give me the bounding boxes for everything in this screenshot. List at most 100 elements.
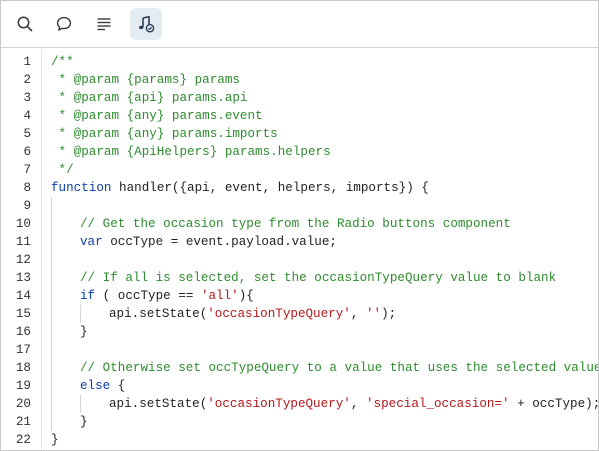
code-token-comment: * @param {any} params.event bbox=[51, 109, 263, 123]
line-number: 5 bbox=[23, 127, 31, 141]
code-line[interactable]: api.setState('occasionTypeQuery', ''); bbox=[109, 305, 396, 323]
code-token-plain: + occType); bbox=[509, 397, 598, 411]
line-number: 3 bbox=[23, 91, 31, 105]
search-button[interactable] bbox=[9, 8, 41, 40]
code-token-string: 'occasionTypeQuery' bbox=[207, 397, 351, 411]
code-line[interactable]: */ bbox=[51, 161, 74, 179]
search-icon bbox=[16, 15, 34, 33]
line-number: 8 bbox=[23, 181, 31, 195]
code-token-plain: } bbox=[80, 415, 88, 429]
code-token-comment: // If all is selected, set the occasionT… bbox=[80, 271, 557, 285]
code-line[interactable]: // Get the occasion type from the Radio … bbox=[80, 215, 511, 233]
format-button[interactable] bbox=[88, 8, 120, 40]
comments-button[interactable] bbox=[48, 8, 80, 40]
code-line[interactable]: /** bbox=[51, 53, 74, 71]
code-token-keyword: var bbox=[80, 235, 103, 249]
code-token-plain: { bbox=[110, 379, 126, 393]
code-token-string: 'occasionTypeQuery' bbox=[207, 307, 351, 321]
line-number: 14 bbox=[15, 289, 31, 303]
line-number: 15 bbox=[15, 307, 31, 321]
code-token-string: 'special_occasion=' bbox=[365, 397, 510, 411]
code-line[interactable]: } bbox=[80, 323, 88, 341]
indent-guide bbox=[80, 305, 81, 323]
indent-guide bbox=[51, 215, 52, 233]
code-token-plain: handler({api, event, helpers, imports}) … bbox=[111, 181, 429, 195]
code-line[interactable]: var occType = event.payload.value; bbox=[80, 233, 337, 251]
line-number: 22 bbox=[15, 433, 31, 447]
line-number: 12 bbox=[15, 253, 31, 267]
code-token-string: 'all' bbox=[200, 289, 239, 303]
code-token-comment: * @param {any} params.imports bbox=[51, 127, 278, 141]
line-number: 7 bbox=[23, 163, 31, 177]
indent-guide bbox=[51, 359, 52, 377]
code-line[interactable]: } bbox=[80, 413, 88, 431]
line-number: 20 bbox=[15, 397, 31, 411]
text-lines-icon bbox=[95, 15, 113, 33]
indent-guide bbox=[51, 287, 52, 305]
code-token-keyword: if bbox=[80, 289, 96, 303]
code-line[interactable]: * @param {any} params.event bbox=[51, 107, 263, 125]
code-token-string: '' bbox=[365, 307, 382, 321]
code-token-comment: // Otherwise set occTypeQuery to a value… bbox=[80, 361, 598, 375]
music-settings-button[interactable] bbox=[130, 8, 162, 40]
code-line[interactable]: else { bbox=[80, 377, 125, 395]
line-number: 10 bbox=[15, 217, 31, 231]
line-number: 4 bbox=[23, 109, 31, 123]
indent-guide bbox=[51, 377, 52, 395]
indent-guide bbox=[51, 341, 52, 359]
speech-bubble-icon bbox=[55, 15, 73, 33]
code-line[interactable]: // If all is selected, set the occasionT… bbox=[80, 269, 556, 287]
code-token-keyword: function bbox=[51, 181, 112, 195]
code-token-plain: , bbox=[350, 307, 366, 321]
indent-guide bbox=[51, 323, 52, 341]
line-number: 17 bbox=[15, 343, 31, 357]
code-editor[interactable]: 1 2 3 4 5 6 7 8 9 10 11 12 13 14 15 16 17 18 19 20 21 22 /** … bbox=[1, 49, 598, 450]
line-number: 21 bbox=[15, 415, 31, 429]
code-token-plain: api.setState( bbox=[109, 307, 208, 321]
line-number: 11 bbox=[15, 235, 31, 249]
code-line[interactable]: * @param {api} params.api bbox=[51, 89, 248, 107]
music-note-gear-icon bbox=[136, 14, 156, 34]
code-token-comment: * @param {api} params.api bbox=[51, 91, 248, 105]
line-number: 6 bbox=[23, 145, 31, 159]
code-token-comment: // Get the occasion type from the Radio … bbox=[80, 217, 511, 231]
code-token-plain: ); bbox=[381, 307, 397, 321]
code-line[interactable]: if ( occType == 'all'){ bbox=[80, 287, 254, 305]
code-line[interactable]: // Otherwise set occTypeQuery to a value… bbox=[80, 359, 598, 377]
line-number-gutter: 1 2 3 4 5 6 7 8 9 10 11 12 13 14 15 16 17 18 19 20 21 22 bbox=[1, 49, 42, 450]
code-line[interactable]: * @param {ApiHelpers} params.helpers bbox=[51, 143, 331, 161]
indent-guide bbox=[80, 395, 81, 413]
code-line[interactable]: * @param {any} params.imports bbox=[51, 125, 278, 143]
indent-guide bbox=[51, 251, 52, 269]
indent-guide bbox=[51, 233, 52, 251]
code-token-plain: ( occType == bbox=[95, 289, 201, 303]
code-line[interactable]: * @param {params} params bbox=[51, 71, 240, 89]
code-token-plain: api.setState( bbox=[109, 397, 208, 411]
code-line[interactable]: } bbox=[51, 431, 59, 449]
line-number: 13 bbox=[15, 271, 31, 285]
code-area[interactable]: /** * @param {params} params * @param {a… bbox=[42, 49, 598, 450]
line-number: 16 bbox=[15, 325, 31, 339]
indent-guide bbox=[51, 395, 52, 413]
code-token-plain: } bbox=[51, 433, 59, 447]
code-token-keyword: else bbox=[80, 379, 111, 393]
line-number: 9 bbox=[23, 199, 31, 213]
code-token-comment: /** bbox=[51, 55, 74, 69]
toolbar bbox=[1, 1, 598, 48]
code-token-comment: * @param {ApiHelpers} params.helpers bbox=[51, 145, 331, 159]
code-token-plain: occType = event.payload.value; bbox=[102, 235, 337, 249]
line-number: 2 bbox=[23, 73, 31, 87]
code-token-plain: } bbox=[80, 325, 88, 339]
code-token-plain: , bbox=[350, 397, 366, 411]
code-editor-window: 1 2 3 4 5 6 7 8 9 10 11 12 13 14 15 16 17 18 19 20 21 22 /** … bbox=[0, 0, 599, 451]
code-line[interactable]: api.setState('occasionTypeQuery', 'speci… bbox=[109, 395, 598, 413]
line-number: 1 bbox=[23, 55, 31, 69]
line-number: 18 bbox=[15, 361, 31, 375]
line-number: 19 bbox=[15, 379, 31, 393]
indent-guide bbox=[51, 305, 52, 323]
code-token-comment: */ bbox=[51, 163, 74, 177]
code-line[interactable]: function handler({api, event, helpers, i… bbox=[51, 179, 429, 197]
code-token-comment: * @param {params} params bbox=[51, 73, 240, 87]
indent-guide bbox=[51, 413, 52, 431]
indent-guide bbox=[51, 269, 52, 287]
